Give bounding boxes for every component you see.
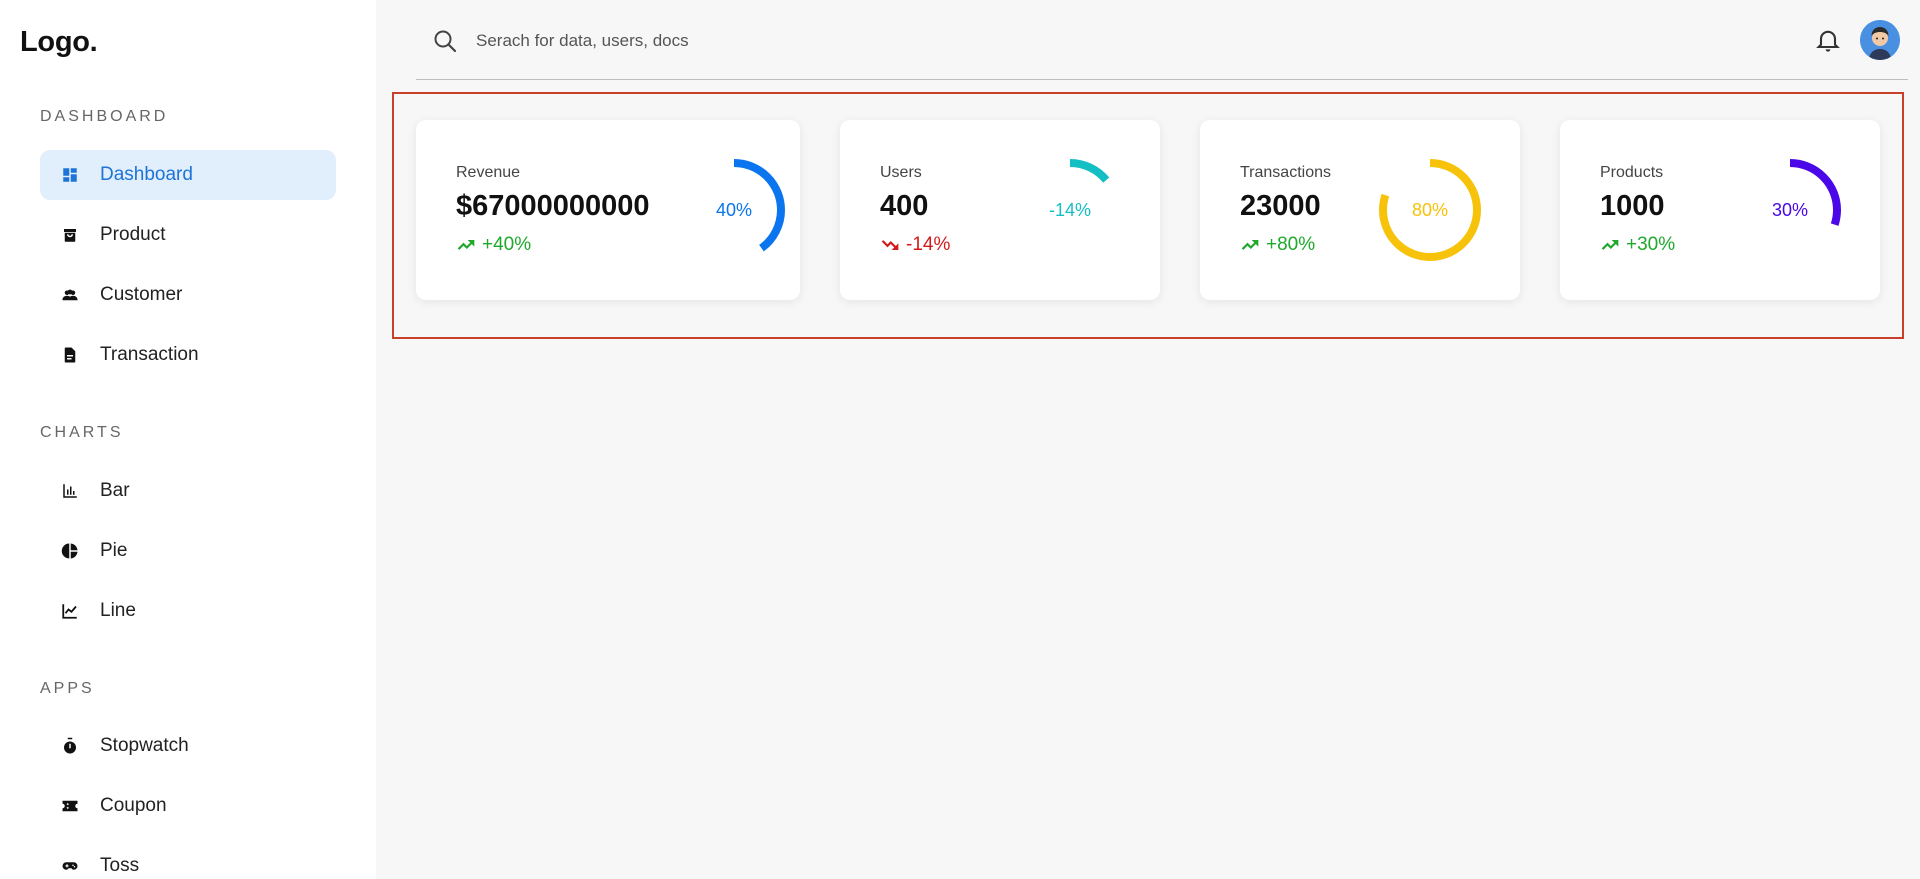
- search-bar: [416, 16, 1908, 80]
- widget-change: +40%: [456, 234, 531, 256]
- pie-chart-icon: [60, 541, 80, 561]
- widget-change: +80%: [1240, 234, 1315, 256]
- bar-chart-icon: [60, 481, 80, 501]
- sidebar-item-line[interactable]: Line: [40, 586, 336, 636]
- coupon-icon: [60, 796, 80, 816]
- sidebar-item-label: Pie: [100, 540, 128, 561]
- widget-percent: -14%: [1048, 199, 1092, 220]
- sidebar-item-label: Bar: [100, 480, 130, 501]
- avatar[interactable]: [1860, 20, 1900, 60]
- document-icon: [60, 345, 80, 365]
- widget-products[interactable]: Products 1000 +30% 30%: [1560, 120, 1880, 300]
- widget-percent: 40%: [715, 199, 753, 220]
- sidebar-item-label: Dashboard: [100, 164, 193, 185]
- sidebar-item-dashboard[interactable]: Dashboard: [40, 150, 336, 200]
- dashboard-icon: [60, 165, 80, 185]
- sidebar-item-label: Coupon: [100, 795, 167, 816]
- trending-up-icon: [457, 240, 475, 250]
- sidebar-item-product[interactable]: Product: [40, 210, 336, 260]
- section-title-apps: APPS: [40, 680, 95, 697]
- widget-ring: 30%: [1738, 158, 1842, 262]
- widget-revenue[interactable]: Revenue $67000000000 +40% 40%: [416, 120, 800, 300]
- trending-up-icon: [1601, 240, 1619, 250]
- sidebar-item-coupon[interactable]: Coupon: [40, 781, 336, 831]
- widget-percent: 30%: [1771, 199, 1809, 220]
- sidebar-item-label: Toss: [100, 855, 140, 876]
- sidebar-item-transaction[interactable]: Transaction: [40, 330, 336, 380]
- widget-amount: 23000: [1240, 190, 1321, 222]
- widget-ring: -14%: [1018, 158, 1122, 262]
- sidebar-item-stopwatch[interactable]: Stopwatch: [40, 721, 336, 771]
- widget-ring: 80%: [1378, 158, 1482, 262]
- widget-heading: Users: [880, 164, 922, 181]
- widget-amount: 400: [880, 190, 929, 222]
- widget-change-value: +80%: [1266, 234, 1316, 255]
- line-chart-icon: [60, 601, 80, 621]
- widget-amount: $67000000000: [456, 190, 650, 222]
- trending-up-icon: [1241, 240, 1259, 250]
- sidebar-item-label: Transaction: [100, 344, 199, 365]
- section-title-dashboard: DASHBOARD: [40, 108, 169, 125]
- widget-percent: 80%: [1411, 199, 1449, 220]
- section-title-charts: CHARTS: [40, 424, 124, 441]
- sidebar-item-customer[interactable]: Customer: [40, 270, 336, 320]
- widget-heading: Products: [1600, 164, 1664, 181]
- notification-bell-icon[interactable]: [1814, 26, 1842, 54]
- widget-amount: 1000: [1600, 190, 1665, 222]
- trending-down-icon: [881, 240, 899, 250]
- gamepad-icon: [60, 856, 80, 876]
- shopping-bag-icon: [60, 225, 80, 245]
- sidebar-item-pie[interactable]: Pie: [40, 526, 336, 576]
- sidebar: Logo. DASHBOARD Dashboard Product Custom…: [0, 0, 376, 879]
- sidebar-item-toss[interactable]: Toss: [40, 841, 336, 879]
- widget-change: +30%: [1600, 234, 1675, 256]
- sidebar-item-label: Stopwatch: [100, 735, 189, 756]
- widget-ring: 40%: [682, 158, 786, 262]
- widget-change-value: +40%: [482, 234, 532, 255]
- widget-change: -14%: [880, 234, 950, 256]
- stopwatch-icon: [60, 736, 80, 756]
- widget-users[interactable]: Users 400 -14% -14%: [840, 120, 1160, 300]
- sidebar-item-bar[interactable]: Bar: [40, 466, 336, 516]
- search-input[interactable]: [476, 26, 1176, 56]
- sidebar-item-label: Line: [100, 600, 136, 621]
- people-icon: [60, 285, 80, 305]
- sidebar-item-label: Customer: [100, 284, 183, 305]
- logo[interactable]: Logo.: [20, 26, 98, 59]
- widget-transactions[interactable]: Transactions 23000 +80% 80%: [1200, 120, 1520, 300]
- search-icon[interactable]: [432, 28, 458, 54]
- widget-heading: Revenue: [456, 164, 521, 181]
- widget-change-value: -14%: [906, 234, 951, 255]
- sidebar-item-label: Product: [100, 224, 166, 245]
- widget-change-value: +30%: [1626, 234, 1676, 255]
- widget-heading: Transactions: [1240, 164, 1331, 181]
